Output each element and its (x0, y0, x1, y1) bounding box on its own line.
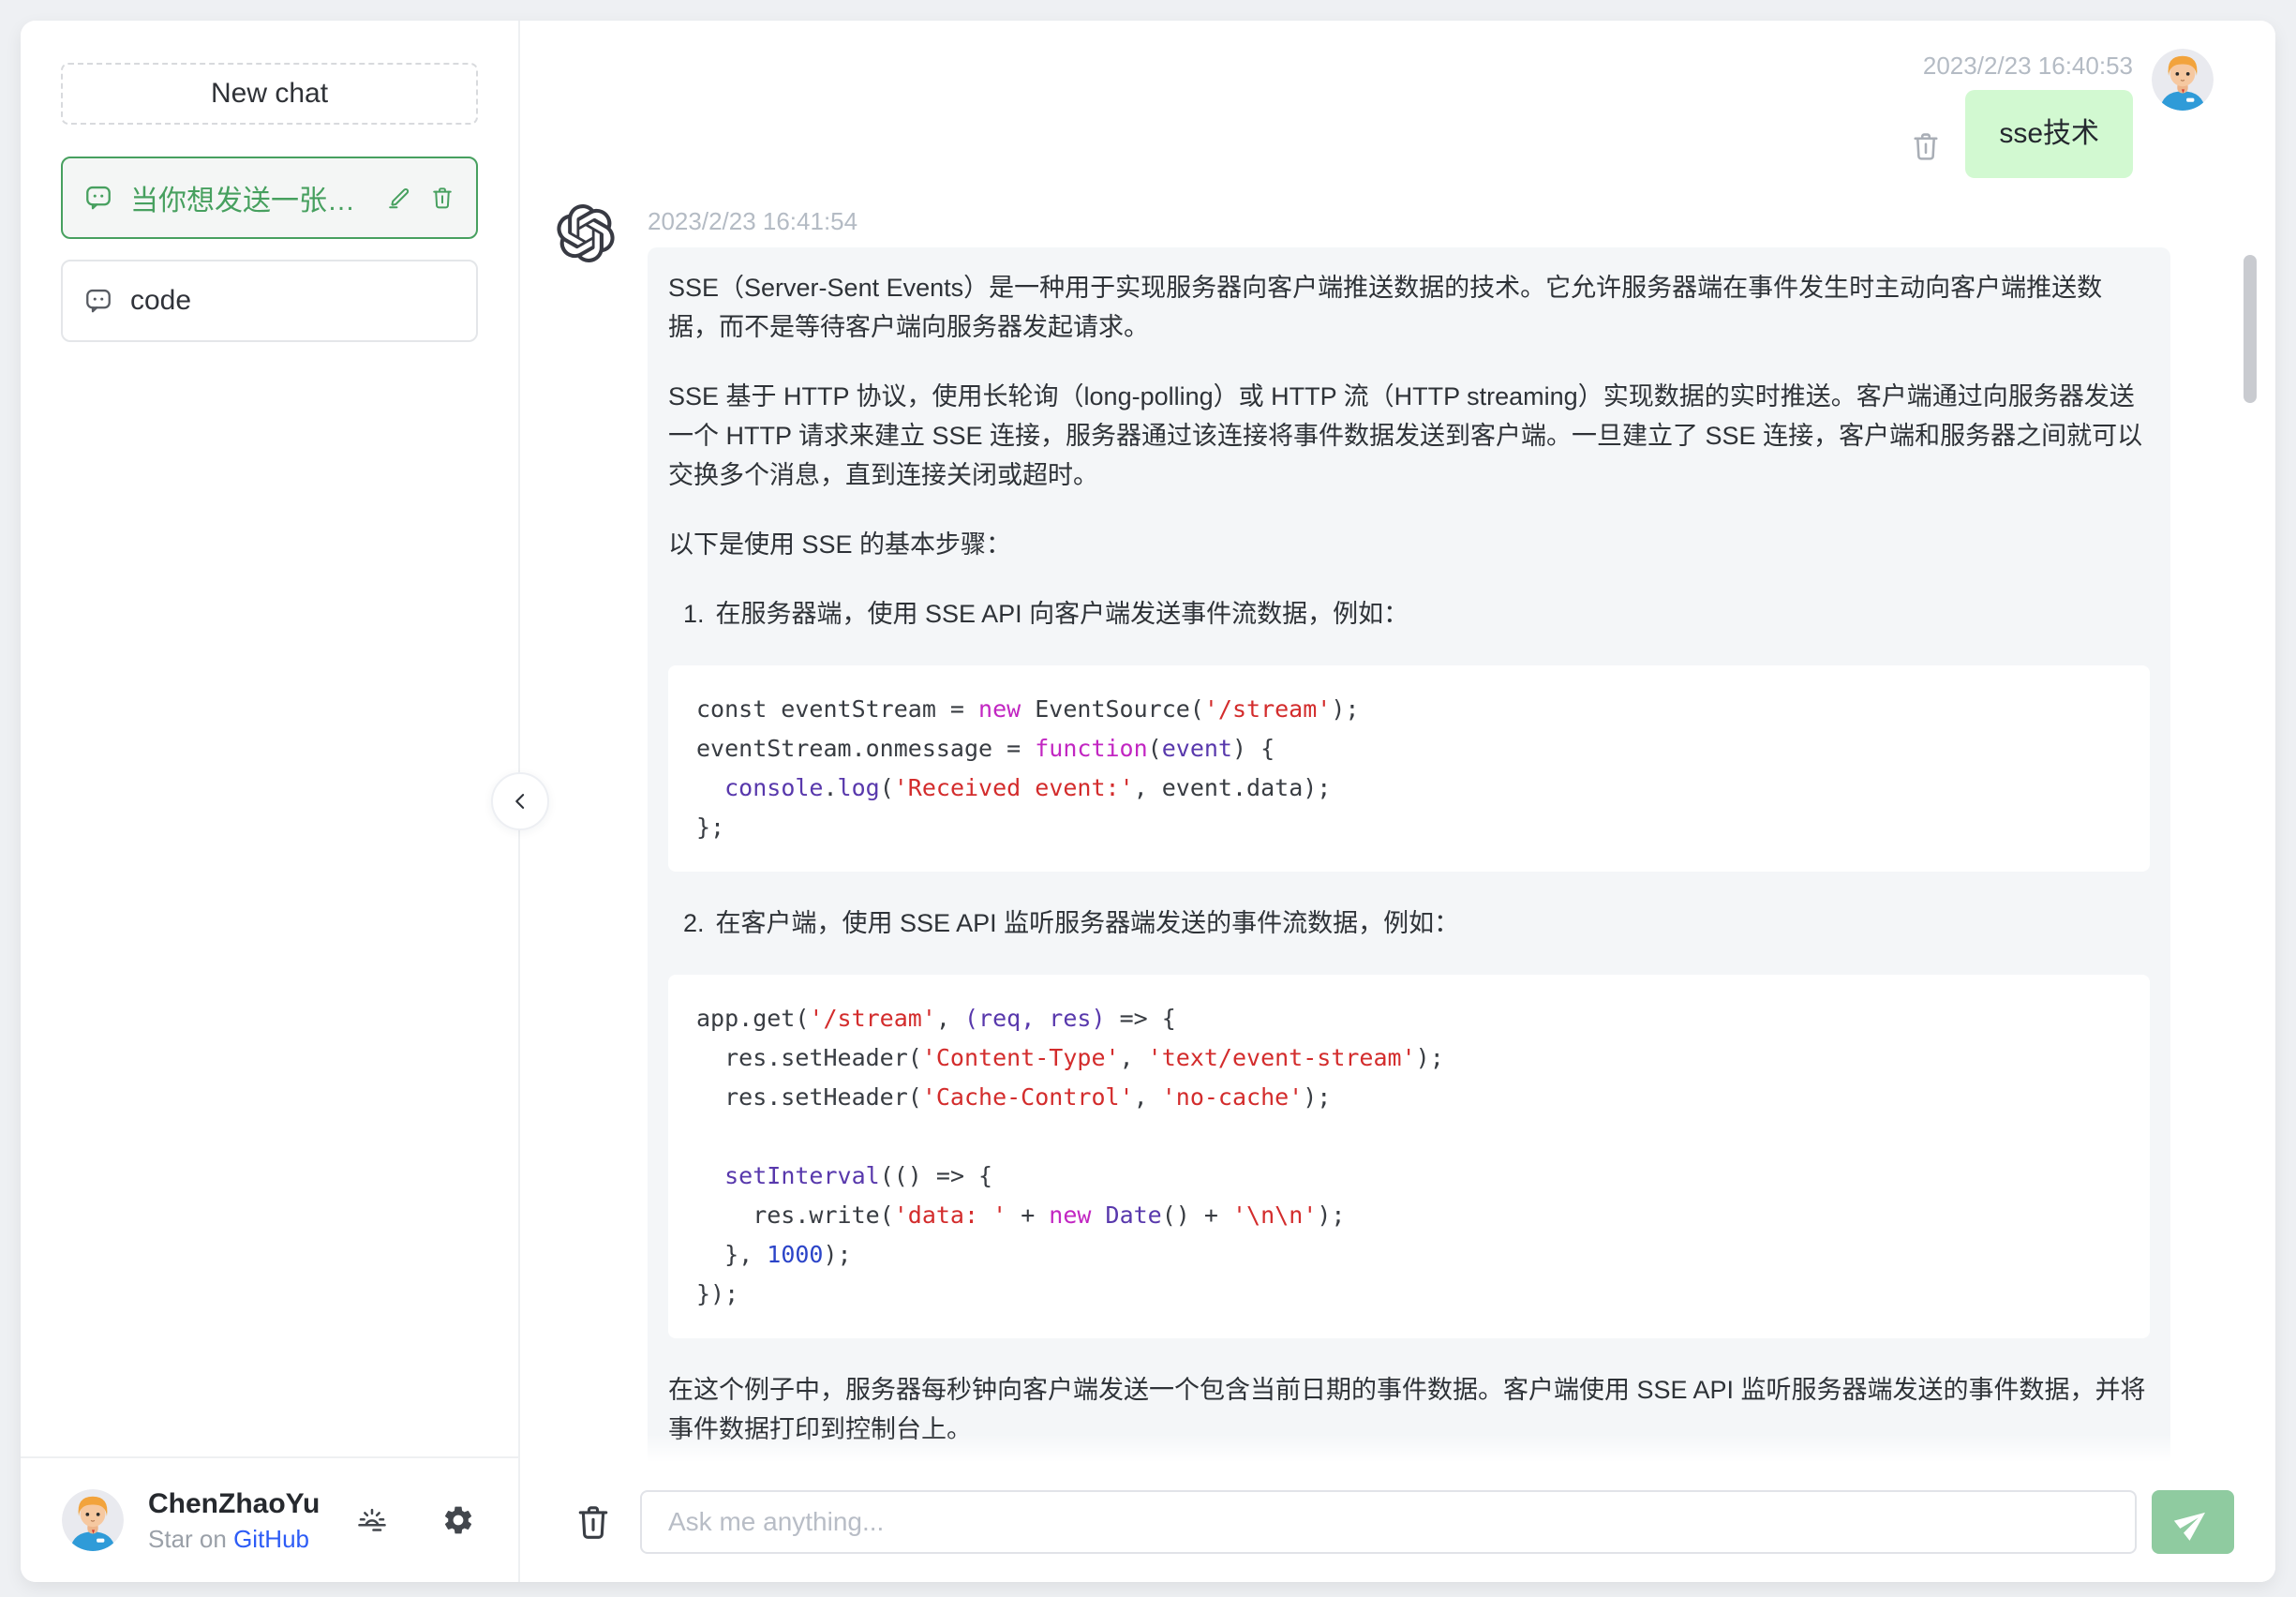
user-avatar (2152, 49, 2214, 111)
settings-gear-icon[interactable] (441, 1503, 475, 1537)
chat-title: code (130, 285, 192, 316)
list-number: 1. (683, 600, 705, 628)
list-text: 在服务器端，使用 SSE API 向客户端发送事件流数据，例如： (715, 600, 1409, 628)
chat-history-list: 当你想发送一张照... code (61, 157, 478, 342)
composer-bar (520, 1434, 2275, 1582)
scrollbar-thumb[interactable] (2244, 255, 2257, 403)
theme-toggle-icon[interactable] (355, 1503, 389, 1537)
assistant-message-timestamp: 2023/2/23 16:41:54 (648, 207, 858, 235)
chevron-left-icon (515, 794, 525, 809)
star-on-github: Star on GitHub (148, 1523, 355, 1555)
ordered-list-item: 2. 在客户端，使用 SSE API 监听服务器端发送的事件流数据，例如： (683, 903, 2150, 943)
paper-plane-icon (2173, 1512, 2206, 1541)
assistant-message-bubble: SSE（Server-Sent Events）是一种用于实现服务器向客户端推送数… (648, 247, 2170, 1516)
chat-history-item[interactable]: code (61, 260, 478, 342)
code-block-client: app.get('/stream', (req, res) => { res.s… (668, 975, 2150, 1338)
github-link[interactable]: GitHub (233, 1525, 309, 1553)
sidebar-top: New chat 当你想发送一张照... code (21, 21, 518, 342)
send-button[interactable] (2152, 1490, 2234, 1554)
chat-history-item-active[interactable]: 当你想发送一张照... (61, 157, 478, 239)
assistant-paragraph: 在这个例子中，服务器每秒钟向客户端发送一个包含当前日期的事件数据。客户端使用 S… (668, 1376, 2146, 1443)
star-prefix: Star on (148, 1525, 227, 1553)
user-info: ChenZhaoYu Star on GitHub (148, 1485, 355, 1555)
user-message-bubble: sse技术 (1965, 90, 2133, 178)
message-icon (86, 289, 111, 313)
user-message-row: 2023/2/23 16:40:53 sse技术 (520, 21, 2275, 178)
list-number: 2. (683, 909, 705, 937)
assistant-paragraph: SSE 基于 HTTP 协议，使用长轮询（long-polling）或 HTTP… (668, 382, 2143, 489)
assistant-paragraph: 以下是使用 SSE 的基本步骤： (668, 530, 1012, 559)
code-block-server: const eventStream = new EventSource('/st… (668, 665, 2150, 872)
edit-icon[interactable] (386, 185, 412, 211)
chat-title: 当你想发送一张照... (130, 186, 369, 216)
ordered-list-item: 1. 在服务器端，使用 SSE API 向客户端发送事件流数据，例如： (683, 594, 2150, 634)
user-avatar (62, 1489, 124, 1551)
collapse-sidebar-button[interactable] (491, 772, 549, 830)
chat-main: 2023/2/23 16:40:53 sse技术 2023/2/23 16:41… (520, 21, 2275, 1582)
message-input[interactable] (640, 1490, 2137, 1554)
username: ChenZhaoYu (148, 1488, 321, 1519)
clear-conversation-icon[interactable] (573, 1501, 614, 1543)
message-icon (86, 186, 111, 210)
sidebar-actions (355, 1503, 475, 1537)
trash-icon[interactable] (429, 185, 455, 211)
sidebar: New chat 当你想发送一张照... code ChenZhaoYu Sta… (21, 21, 520, 1582)
app-window: New chat 当你想发送一张照... code ChenZhaoYu Sta… (21, 21, 2275, 1582)
new-chat-button[interactable]: New chat (61, 63, 478, 125)
user-message-timestamp: 2023/2/23 16:40:53 (1922, 52, 2133, 80)
assistant-message-row: 2023/2/23 16:41:54 SSE（Server-Sent Event… (520, 178, 2275, 1516)
chat-messages: 2023/2/23 16:40:53 sse技术 2023/2/23 16:41… (520, 21, 2275, 1582)
delete-message-icon[interactable] (1909, 129, 1943, 163)
sidebar-user-footer: ChenZhaoYu Star on GitHub (21, 1456, 518, 1582)
openai-logo-icon (557, 204, 615, 262)
list-text: 在客户端，使用 SSE API 监听服务器端发送的事件流数据，例如： (715, 909, 1460, 937)
assistant-paragraph: SSE（Server-Sent Events）是一种用于实现服务器向客户端推送数… (668, 274, 2103, 341)
